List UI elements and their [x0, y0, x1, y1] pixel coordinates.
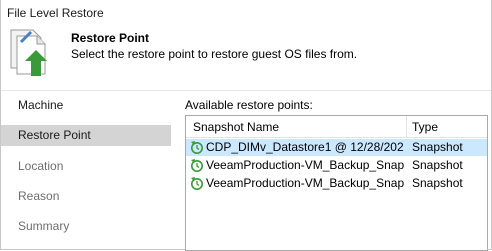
snapshot-restore-icon [191, 159, 203, 172]
snapshot-restore-icon [191, 177, 203, 190]
table-row[interactable]: VeeamProduction-VM_Backup_Snaps... Snaps… [186, 157, 487, 174]
table-header: Snapshot Name Type [186, 116, 487, 138]
table-row[interactable]: CDP_DIMv_Datastore1 @ 12/28/2021 3... Sn… [186, 139, 487, 156]
column-header-type[interactable]: Type [412, 116, 487, 137]
step-restore-point[interactable]: Restore Point [1, 125, 171, 146]
column-header-snapshot-name[interactable]: Snapshot Name [193, 116, 403, 137]
table-row[interactable]: VeeamProduction-VM_Backup_Snaps... Snaps… [186, 175, 487, 192]
snapshot-type: Snapshot [412, 176, 463, 190]
wizard-steps: Machine Restore Point Location Reason Su… [1, 91, 173, 249]
snapshot-restore-icon [191, 141, 203, 154]
step-location: Location [18, 159, 64, 173]
file-level-restore-window: File Level Restore Restore Point Select … [0, 0, 492, 251]
restore-points-table[interactable]: Snapshot Name Type CDP_DIMv_Datastore1 @… [185, 115, 488, 251]
page-description: Select the restore point to restore gues… [71, 47, 358, 61]
snapshot-name: VeeamProduction-VM_Backup_Snaps... [206, 176, 404, 190]
file-restore-icon [10, 29, 47, 76]
snapshot-name: VeeamProduction-VM_Backup_Snaps... [206, 158, 404, 172]
step-reason: Reason [18, 189, 60, 203]
snapshot-name: CDP_DIMv_Datastore1 @ 12/28/2021 3... [206, 140, 404, 154]
snapshot-type: Snapshot [412, 140, 463, 154]
step-machine[interactable]: Machine [1, 95, 171, 116]
available-restore-points-label: Available restore points: [185, 98, 313, 112]
snapshot-type: Snapshot [412, 158, 463, 172]
window-title: File Level Restore [7, 6, 104, 20]
page-title: Restore Point [71, 31, 150, 45]
step-summary: Summary [18, 219, 70, 233]
column-divider[interactable] [406, 116, 407, 137]
